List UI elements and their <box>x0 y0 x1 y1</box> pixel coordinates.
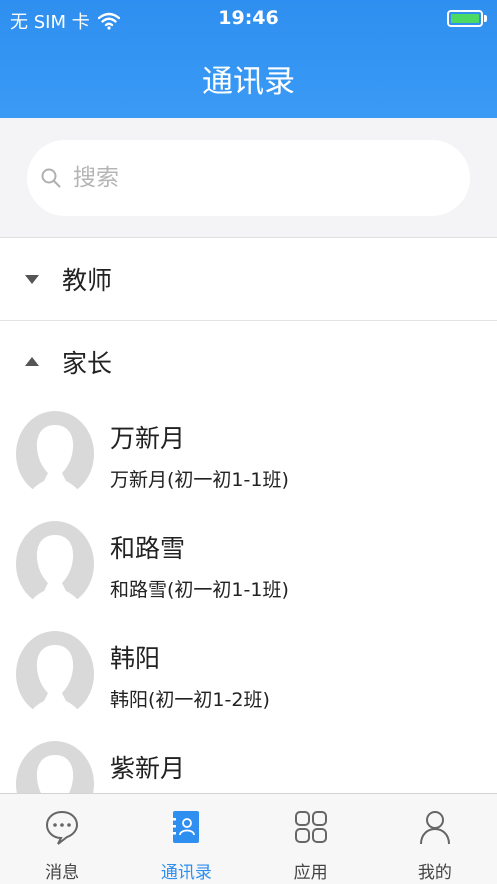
contact-name: 和路雪 <box>110 534 186 563</box>
contact-subtitle: 和路雪(初一初1-1班) <box>110 579 289 601</box>
search-box[interactable] <box>27 140 470 216</box>
caret-up-icon <box>25 357 39 366</box>
group-teachers[interactable]: 教师 <box>0 238 497 320</box>
tab-bar: 消息 通讯录 应用 我的 <box>0 793 497 884</box>
search-icon <box>41 168 61 188</box>
tab-contacts[interactable]: 通讯录 <box>124 794 248 884</box>
caret-down-icon <box>25 275 39 284</box>
chat-bubble-icon <box>46 810 79 845</box>
group-label: 家长 <box>62 349 113 378</box>
avatar-placeholder-icon <box>16 631 94 717</box>
contact-subtitle: 万新月(初一初1-1班) <box>110 469 289 491</box>
contact-name: 韩阳 <box>110 644 161 673</box>
contact-name: 万新月 <box>110 424 186 453</box>
tab-me[interactable]: 我的 <box>373 794 497 884</box>
battery-icon <box>447 10 487 27</box>
tab-label: 消息 <box>45 863 80 883</box>
tab-apps[interactable]: 应用 <box>249 794 373 884</box>
contact-row[interactable]: 和路雪 和路雪(初一初1-1班) <box>0 513 497 623</box>
apps-grid-icon <box>294 811 327 843</box>
tab-label: 应用 <box>293 863 328 883</box>
avatar-placeholder-icon <box>16 521 94 607</box>
page-title: 通讯录 <box>202 64 295 100</box>
contacts-icon <box>171 811 200 843</box>
contact-row[interactable]: 韩阳 韩阳(初一初1-2班) <box>0 623 497 733</box>
battery-nub <box>484 15 487 22</box>
tab-messages[interactable]: 消息 <box>0 794 124 884</box>
search-input[interactable] <box>71 164 435 192</box>
status-bar: 无 SIM 卡 19:46 <box>0 0 497 40</box>
battery-level <box>451 14 479 23</box>
contact-row[interactable]: 万新月 万新月(初一初1-1班) <box>0 403 497 513</box>
person-icon <box>419 811 450 845</box>
search-area <box>0 118 497 238</box>
group-parents[interactable]: 家长 <box>0 321 497 403</box>
contact-name: 紫新月 <box>110 754 186 783</box>
status-time: 19:46 <box>218 7 279 29</box>
tab-label: 我的 <box>417 863 452 883</box>
app-header: 无 SIM 卡 19:46 通讯录 <box>0 0 497 118</box>
avatar-placeholder-icon <box>16 411 94 497</box>
contact-subtitle: 韩阳(初一初1-2班) <box>110 689 270 711</box>
group-label: 教师 <box>62 266 113 295</box>
tab-label: 通讯录 <box>160 863 212 883</box>
